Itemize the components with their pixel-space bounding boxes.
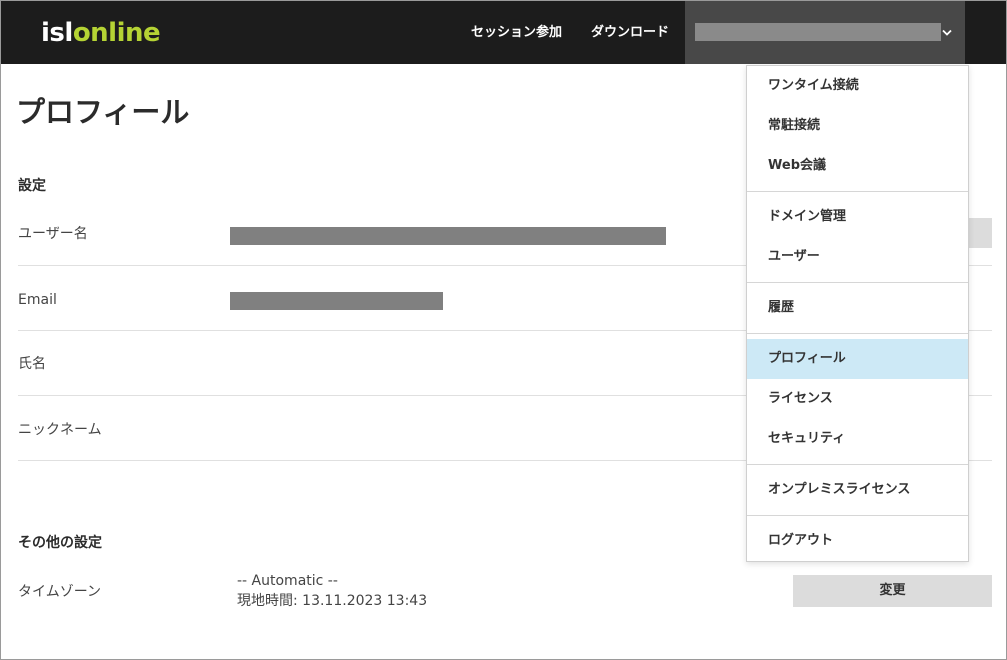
timezone-value: -- Automatic -- xyxy=(237,573,338,589)
fullname-label: 氏名 xyxy=(18,356,46,372)
menu-divider xyxy=(747,191,968,192)
top-header: islonline セッション参加 ダウンロード xyxy=(1,1,1006,64)
menu-item-domain-management[interactable]: ドメイン管理 xyxy=(747,197,968,237)
page-title: プロフィール xyxy=(16,95,190,129)
menu-item-logout[interactable]: ログアウト xyxy=(747,521,968,561)
timezone-label: タイムゾーン xyxy=(18,584,102,600)
menu-divider xyxy=(747,282,968,283)
islonline-logo[interactable]: islonline xyxy=(41,18,161,48)
nickname-label: ニックネーム xyxy=(18,422,102,438)
username-edit-button[interactable] xyxy=(968,218,992,248)
account-name-redacted xyxy=(695,23,941,41)
local-time: 現地時間: 13.11.2023 13:43 xyxy=(237,593,428,609)
logo-text-online: online xyxy=(72,18,161,48)
timezone-change-button[interactable]: 変更 xyxy=(793,575,992,607)
nav-join-session[interactable]: セッション参加 xyxy=(471,25,562,41)
menu-item-users[interactable]: ユーザー xyxy=(747,237,968,277)
menu-item-history[interactable]: 履歴 xyxy=(747,288,968,328)
menu-item-unattended-access[interactable]: 常駐接続 xyxy=(747,106,968,146)
email-value-redacted xyxy=(230,292,443,310)
menu-item-profile[interactable]: プロフィール xyxy=(747,339,968,379)
email-label: Email xyxy=(18,292,57,308)
menu-item-security[interactable]: セキュリティ xyxy=(747,419,968,459)
menu-item-web-conference[interactable]: Web会議 xyxy=(747,146,968,186)
logo-text-isl: isl xyxy=(41,18,73,48)
account-dropdown-menu: ワンタイム接続 常駐接続 Web会議 ドメイン管理 ユーザー 履歴 プロフィール… xyxy=(746,65,969,562)
username-label: ユーザー名 xyxy=(18,226,88,242)
app-window: islonline セッション参加 ダウンロード プロフィール 設定 ユーザー名… xyxy=(0,0,1007,660)
menu-item-license[interactable]: ライセンス xyxy=(747,379,968,419)
chevron-down-icon xyxy=(942,26,952,37)
menu-item-on-premises-license[interactable]: オンプレミスライセンス xyxy=(747,470,968,510)
username-value-redacted xyxy=(230,227,666,245)
settings-heading: 設定 xyxy=(18,178,46,194)
menu-divider xyxy=(747,333,968,334)
account-menu-toggle[interactable] xyxy=(685,1,965,64)
menu-divider xyxy=(747,464,968,465)
other-settings-heading: その他の設定 xyxy=(18,535,102,551)
menu-item-one-time-connection[interactable]: ワンタイム接続 xyxy=(747,66,968,106)
menu-divider xyxy=(747,515,968,516)
nav-download[interactable]: ダウンロード xyxy=(591,25,669,41)
